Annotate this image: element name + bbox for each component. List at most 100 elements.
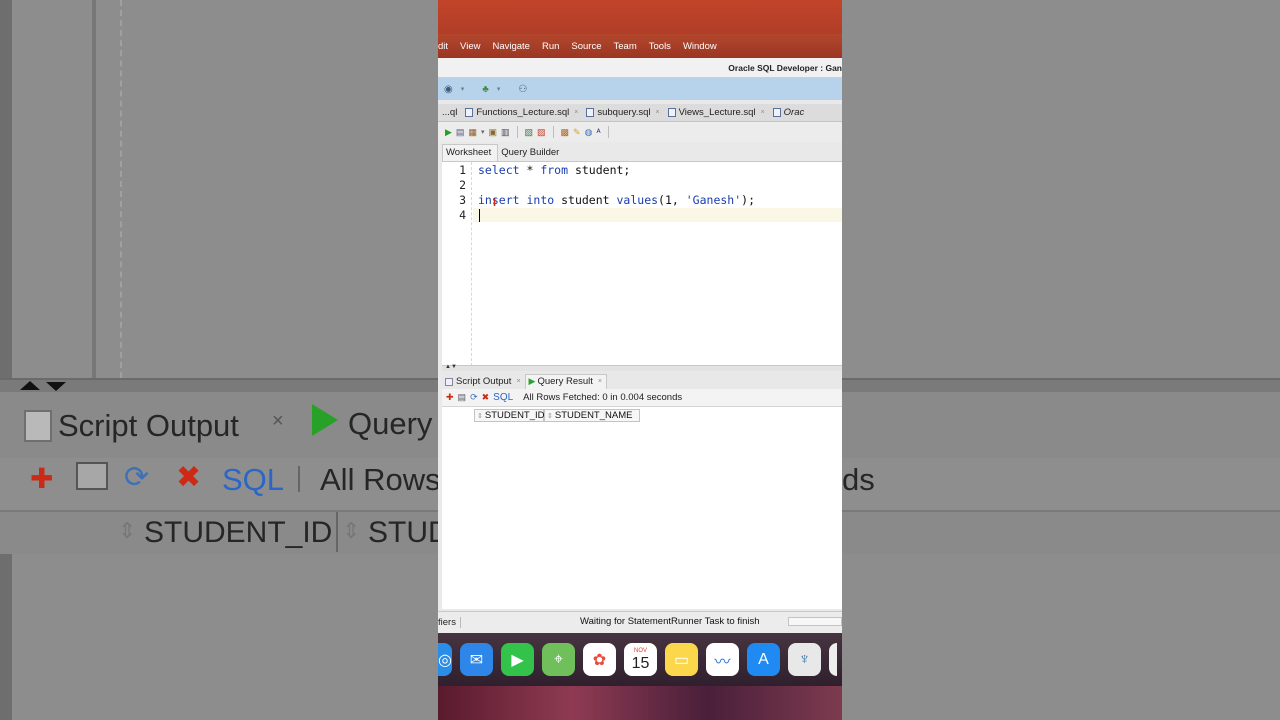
- notes-icon[interactable]: ▭: [665, 643, 698, 676]
- commit-icon[interactable]: ▦: [468, 127, 477, 138]
- facetime-icon[interactable]: ▶: [501, 643, 534, 676]
- app-store-icon[interactable]: A: [747, 643, 780, 676]
- sort-icon: ⇕: [547, 412, 553, 420]
- background-refresh-icon: ⟳: [124, 461, 150, 494]
- background-query-label: Query: [348, 406, 433, 441]
- close-icon[interactable]: ×: [761, 109, 765, 116]
- file-tab-functions-lecture[interactable]: Functions_Lecture.sql ×: [461, 107, 582, 118]
- tab-query-result[interactable]: ▶ Query Result ×: [524, 374, 607, 389]
- history-icon[interactable]: ◍: [585, 127, 593, 138]
- more-apps-icon[interactable]: [829, 643, 837, 676]
- freeform-icon[interactable]: 〰: [706, 643, 739, 676]
- dropdown-arrow-icon[interactable]: ▾: [481, 128, 485, 136]
- print-icon[interactable]: ▤: [458, 392, 467, 403]
- file-tab-subquery[interactable]: subquery.sql ×: [582, 107, 663, 118]
- macos-dock: ◎ ✉ ▶ ⌖ ✿ NOV 15 ▭ 〰 A ♆: [438, 633, 842, 686]
- sql-button[interactable]: SQL: [493, 392, 513, 403]
- line-number: 4: [459, 208, 466, 222]
- file-tab-label: Views_Lecture.sql: [678, 107, 756, 118]
- text-caret: [479, 209, 480, 222]
- run-statement-icon[interactable]: ▶: [445, 127, 452, 138]
- pin-icon[interactable]: ✚: [446, 392, 454, 403]
- file-tab-oracle-connection[interactable]: Orac: [769, 107, 809, 118]
- close-icon[interactable]: ×: [574, 109, 578, 116]
- collapse-arrows-icon[interactable]: ▲▼: [445, 364, 457, 370]
- photos-icon[interactable]: ✿: [583, 643, 616, 676]
- keyword-insert: insert: [478, 193, 520, 207]
- tab-worksheet[interactable]: Worksheet: [442, 144, 499, 161]
- menu-run[interactable]: Run: [542, 41, 559, 52]
- result-grid[interactable]: ⇕ STUDENT_ID ⇕ STUDENT_NAME: [442, 406, 842, 609]
- format-icon[interactable]: ᴬ: [596, 127, 600, 137]
- rollback-icon[interactable]: ▣: [488, 127, 497, 138]
- background-script-output-label: Script Output: [58, 408, 239, 443]
- menu-edit[interactable]: dit: [438, 41, 448, 52]
- background-script-output-icon: [24, 410, 52, 442]
- column-label: STUDENT_ID: [484, 410, 545, 421]
- connections-icon[interactable]: ♣: [482, 84, 489, 95]
- menu-window[interactable]: Window: [683, 41, 717, 52]
- background-all-rows-label: All Rows: [320, 462, 438, 497]
- background-sort-icon-2: ⇕: [342, 518, 361, 543]
- binoculars-icon[interactable]: ⚇: [518, 84, 527, 95]
- safari-icon[interactable]: ◎: [438, 643, 452, 676]
- background-zoom-left: Script Output × Query ✚ ⟳ ✖ SQL All Rows…: [0, 0, 438, 720]
- worksheet-toolbar: ▶ ▤ ▦ ▾ ▣ ▥ ▧ ▨ ▩ ✎ ◍ ᴬ: [438, 122, 842, 142]
- sql-developer-window: dit View Navigate Run Source Team Tools …: [438, 0, 842, 720]
- menu-navigate[interactable]: Navigate: [492, 41, 530, 52]
- file-tab-label: ...ql: [442, 107, 458, 118]
- result-tabs: Script Output × ▶ Query Result ×: [442, 372, 842, 389]
- code-text: student;: [568, 163, 631, 177]
- sql-tuning-icon[interactable]: ▩: [561, 127, 570, 138]
- run-script-icon[interactable]: ▤: [456, 127, 465, 138]
- pane-splitter[interactable]: ▲▼: [442, 364, 842, 371]
- menu-source[interactable]: Source: [571, 41, 601, 52]
- code-line-3: insert into student values(1, 'Ganesh');: [478, 193, 755, 207]
- file-tab-label: Orac: [783, 107, 805, 118]
- dropdown-arrow-icon-2[interactable]: ▾: [497, 85, 501, 93]
- navigate-back-icon[interactable]: ◉: [444, 84, 453, 95]
- status-left-text: fiers: [438, 617, 461, 628]
- tab-query-builder[interactable]: Query Builder: [498, 145, 565, 161]
- window-title-bar: Oracle SQL Developer : Gan: [438, 58, 842, 78]
- sql-file-icon: [772, 108, 781, 117]
- eraser-icon[interactable]: ✎: [573, 127, 581, 138]
- background-pin-icon: ✚: [30, 463, 54, 494]
- window-title: Oracle SQL Developer : Gan: [728, 63, 842, 73]
- dropdown-arrow-icon[interactable]: ▾: [461, 85, 465, 93]
- calendar-icon[interactable]: NOV 15: [624, 643, 657, 676]
- sql-file-icon: [465, 108, 474, 117]
- maps-icon[interactable]: ⌖: [542, 643, 575, 676]
- fetch-status: All Rows Fetched: 0 in 0.004 seconds: [523, 392, 683, 403]
- python-launcher-icon[interactable]: ♆: [788, 643, 821, 676]
- background-up-arrow-icon: [20, 381, 40, 390]
- delete-icon[interactable]: ✖: [482, 392, 490, 403]
- close-icon[interactable]: ×: [656, 109, 660, 116]
- file-tab-previous[interactable]: ...ql: [438, 107, 461, 118]
- menu-team[interactable]: Team: [614, 41, 637, 52]
- line-number: 3: [459, 193, 466, 207]
- background-zoom-right: ds: [842, 0, 1280, 720]
- column-header-student-name[interactable]: ⇕ STUDENT_NAME: [544, 409, 640, 422]
- file-tab-views-lecture[interactable]: Views_Lecture.sql ×: [664, 107, 769, 118]
- background-ds-label: ds: [842, 462, 875, 497]
- mail-icon[interactable]: ✉: [460, 643, 493, 676]
- sql-editor[interactable]: 1 2 3 4 select * from student; insert in…: [442, 161, 842, 366]
- explain-plan-icon[interactable]: ▥: [501, 127, 510, 138]
- close-icon[interactable]: ×: [598, 378, 602, 385]
- file-tabs: ...ql Functions_Lecture.sql × subquery.s…: [438, 104, 842, 122]
- close-icon[interactable]: ×: [516, 378, 520, 385]
- clear-icon[interactable]: ▨: [537, 127, 546, 138]
- tab-script-output[interactable]: Script Output ×: [442, 375, 525, 389]
- current-line-highlight: [473, 208, 842, 222]
- column-header-student-id[interactable]: ⇕ STUDENT_ID: [474, 409, 545, 422]
- menu-tools[interactable]: Tools: [649, 41, 671, 52]
- query-result-play-icon: ▶: [528, 376, 536, 386]
- menu-view[interactable]: View: [460, 41, 480, 52]
- autotrace-icon[interactable]: ▧: [525, 127, 534, 138]
- sort-icon: ⇕: [477, 412, 483, 420]
- menu-bar: dit View Navigate Run Source Team Tools …: [438, 34, 842, 58]
- file-tab-label: Functions_Lecture.sql: [476, 107, 570, 118]
- refresh-icon[interactable]: ⟳: [470, 392, 478, 403]
- desktop-wallpaper: [438, 686, 842, 720]
